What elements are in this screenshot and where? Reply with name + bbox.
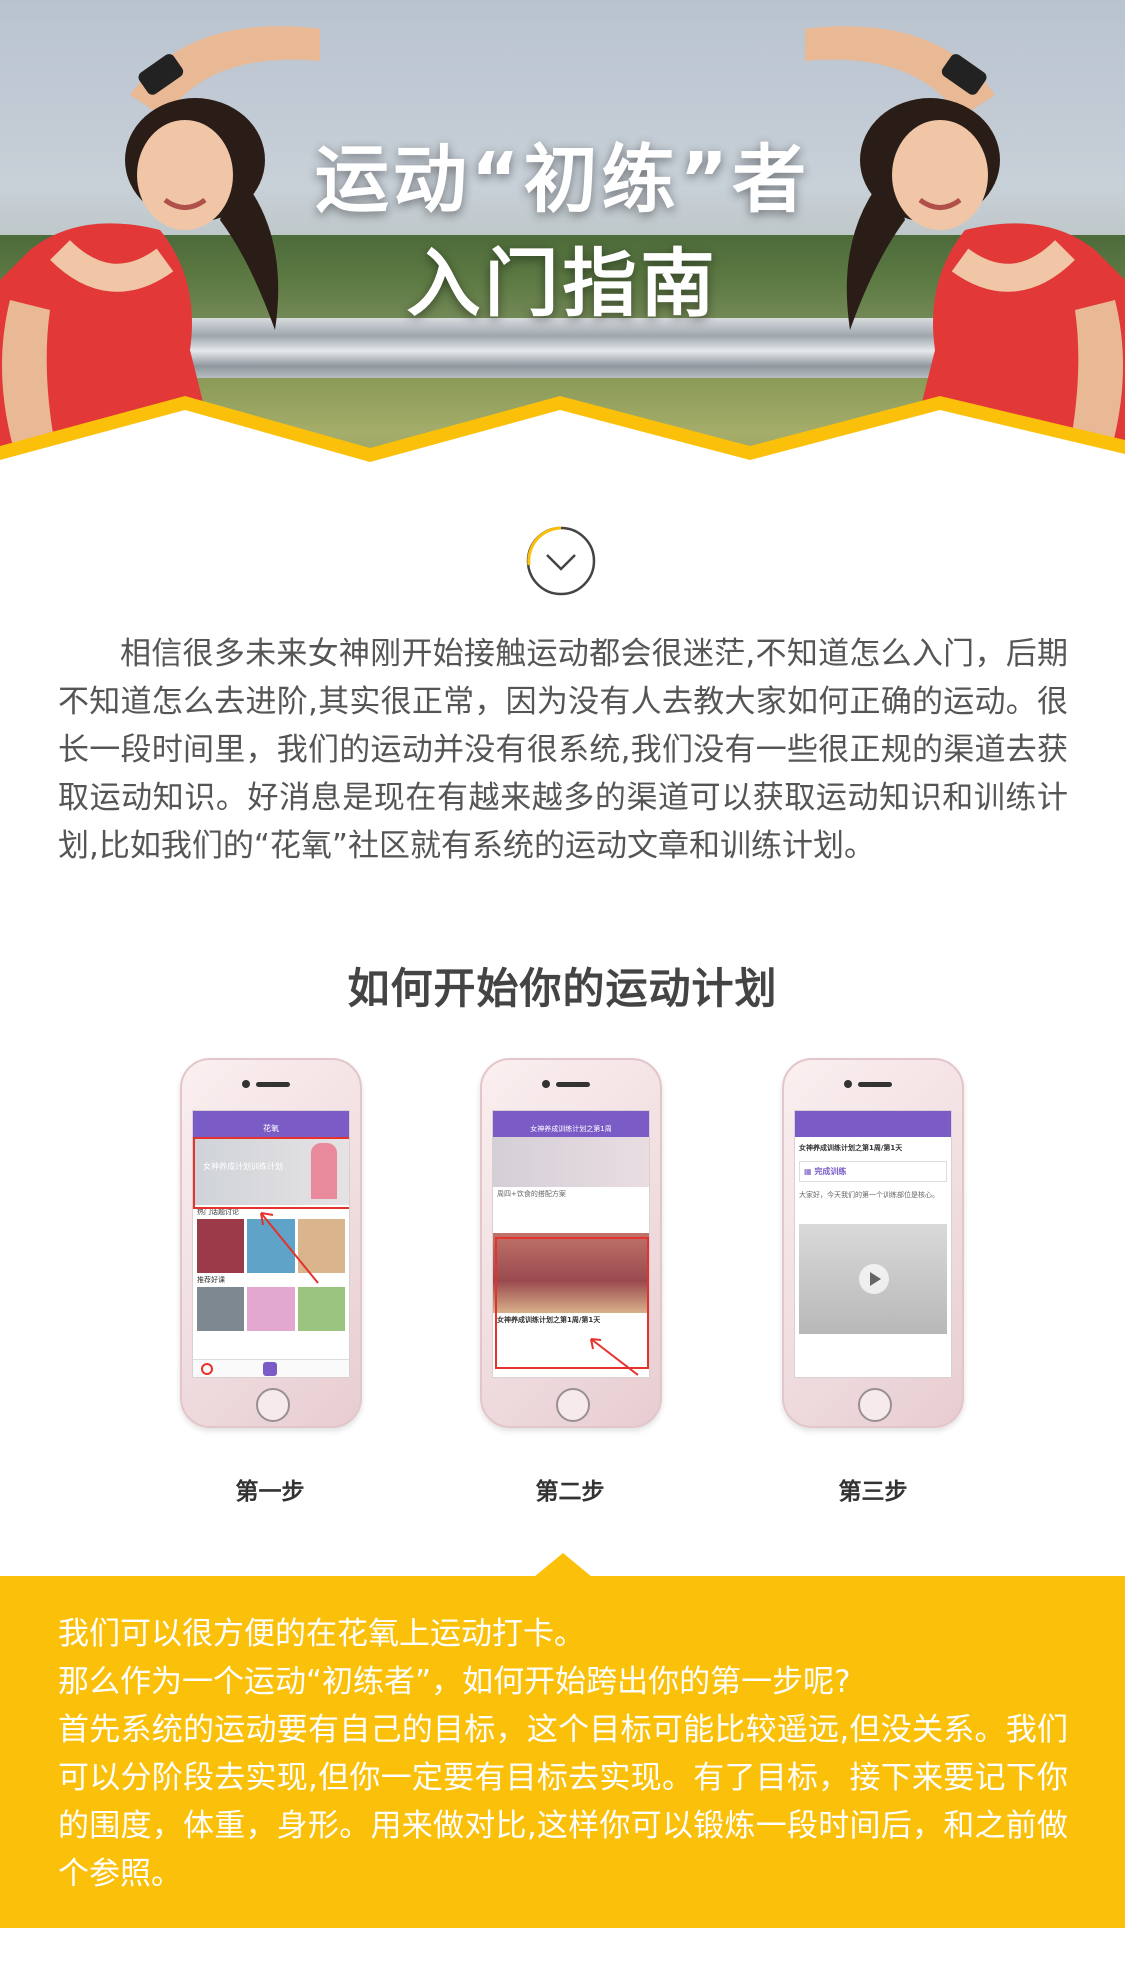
- tips-line-1: 我们可以很方便的在花氧上运动打卡。: [58, 1616, 585, 1652]
- hero-title: 运动“初练”者 入门指南: [0, 128, 1125, 336]
- recommend-thumb: [297, 1287, 345, 1331]
- article-body: 大家好，今天我们的第一个训练部位是核心。: [799, 1191, 939, 1199]
- status-bar: [795, 1111, 951, 1121]
- phone-screen-1: 花氧 女神养成计划训练计划 热门话题讨论 推荐好课: [192, 1110, 350, 1378]
- calendar-icon: ▦: [804, 1167, 815, 1176]
- step-label-1: 第一步: [235, 1479, 305, 1505]
- callout-pointer: [534, 1553, 592, 1577]
- zigzag-divider: [0, 396, 1125, 478]
- recommend-thumb: [247, 1287, 295, 1331]
- plan-body-text: 周四+饮食的搭配方案: [497, 1190, 566, 1198]
- intro-paragraph: 相信很多未来女神刚开始接触运动都会很迷茫,不知道怎么入门，后期不知道怎么去进阶,…: [58, 636, 1068, 864]
- recommend-thumb: [197, 1287, 245, 1331]
- phone-camera: [542, 1080, 550, 1088]
- play-icon[interactable]: [859, 1264, 889, 1294]
- phone-speaker: [256, 1082, 290, 1087]
- done-label: 完成训练: [814, 1167, 847, 1176]
- tips-line-2: 那么作为一个运动“初练者”，如何开始跨出你的第一步呢?: [58, 1664, 851, 1700]
- section-title: 如何开始你的运动计划: [347, 964, 778, 1013]
- phone-speaker: [556, 1082, 590, 1087]
- chevron-down-icon: [526, 526, 596, 596]
- recommend-grid: [193, 1287, 349, 1331]
- topic-thumb: [197, 1219, 245, 1273]
- phone-screen-2: 女神养成训练计划之第1周 周四+饮食的搭配方案 女神养成训练计划之第1周/第1天: [492, 1110, 650, 1378]
- app-nav-title: 女神养成训练计划之第1周: [493, 1121, 649, 1137]
- hero-title-line2: 入门指南: [406, 241, 719, 327]
- hero-title-line1: 运动“初练”者: [314, 137, 811, 223]
- phone-home-button: [256, 1388, 290, 1422]
- step-label-2: 第二步: [535, 1479, 605, 1505]
- center-tab-icon[interactable]: [263, 1362, 277, 1376]
- phone-home-button: [556, 1388, 590, 1422]
- arrow-icon: [590, 1338, 639, 1376]
- app-nav-title: 花氧: [193, 1121, 349, 1137]
- app-nav-bar: [795, 1121, 951, 1137]
- phone-home-button: [858, 1388, 892, 1422]
- highlight-box: [193, 1137, 349, 1209]
- tips-text: 我们可以很方便的在花氧上运动打卡。 那么作为一个运动“初练者”，如何开始跨出你的…: [58, 1610, 1068, 1898]
- step-label-3: 第三步: [838, 1479, 908, 1505]
- arrow-icon: [260, 1212, 319, 1284]
- phone-step-1: 花氧 女神养成计划训练计划 热门话题讨论 推荐好课: [180, 1058, 362, 1428]
- phone-speaker: [858, 1082, 892, 1087]
- tips-line-3: 首先系统的运动要有自己的目标，这个目标可能比较遥远,但没关系。我们可以分阶段去实…: [58, 1712, 1068, 1892]
- phone-step-2: 女神养成训练计划之第1周 周四+饮食的搭配方案 女神养成训练计划之第1周/第1天: [480, 1058, 662, 1428]
- status-bar: [193, 1111, 349, 1121]
- phone-camera: [242, 1080, 250, 1088]
- plan-banner: [493, 1137, 649, 1187]
- article-title: 女神养成训练计划之第1周/第1天: [799, 1144, 903, 1152]
- video-thumbnail[interactable]: [799, 1224, 947, 1334]
- status-bar: [493, 1111, 649, 1121]
- phone-camera: [844, 1080, 852, 1088]
- tab-bar: [193, 1359, 349, 1377]
- home-tab-icon[interactable]: [201, 1363, 213, 1375]
- phone-step-3: 女神养成训练计划之第1周/第1天 ▦ 完成训练 大家好，今天我们的第一个训练部位…: [782, 1058, 964, 1428]
- done-training-card[interactable]: ▦ 完成训练: [799, 1161, 947, 1182]
- phone-screen-3: 女神养成训练计划之第1周/第1天 ▦ 完成训练 大家好，今天我们的第一个训练部位…: [794, 1110, 952, 1378]
